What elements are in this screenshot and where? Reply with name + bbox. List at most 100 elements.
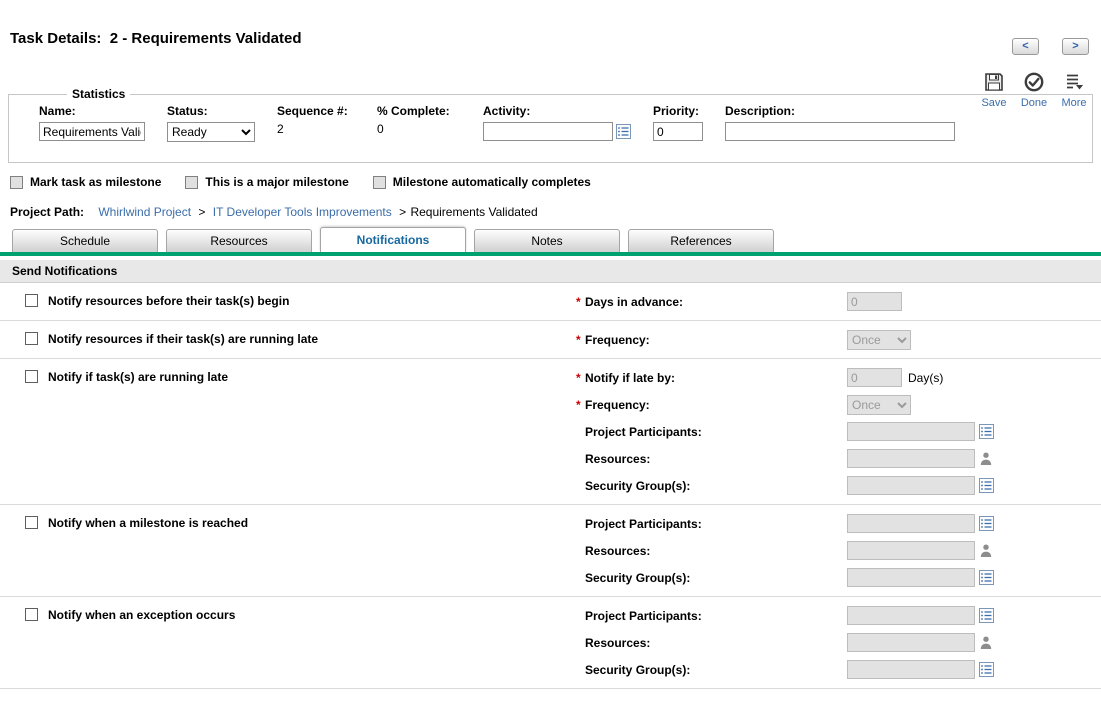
- activity-field-group: Activity:: [483, 104, 631, 141]
- field-control: [847, 514, 994, 533]
- list-icon[interactable]: [979, 570, 994, 585]
- checkbox-label: This is a major milestone: [205, 175, 348, 189]
- field-row: Notify if late by: Day(s): [575, 364, 1101, 391]
- notification-fields: Notify if late by:Day(s)Frequency:OncePr…: [575, 364, 1101, 499]
- person-icon[interactable]: [979, 451, 993, 466]
- person-icon[interactable]: [979, 635, 993, 650]
- list-icon[interactable]: [979, 516, 994, 531]
- notification-checkbox[interactable]: [25, 332, 38, 345]
- field-control: [847, 660, 994, 679]
- field-input[interactable]: [847, 422, 975, 441]
- tab-notes[interactable]: Notes: [474, 229, 620, 252]
- field-row: Project Participants:: [575, 418, 1101, 445]
- notification-checkbox[interactable]: [25, 370, 38, 383]
- done-button[interactable]: Done: [1017, 71, 1051, 109]
- major-milestone-checkbox[interactable]: [185, 176, 198, 189]
- tab-notifications[interactable]: Notifications: [320, 227, 466, 252]
- project-path: Project Path: Whirlwind Project > IT Dev…: [10, 205, 1101, 219]
- notification-rows: Notify resources before their task(s) be…: [0, 283, 1101, 689]
- field-row: Security Group(s):: [575, 564, 1101, 591]
- field-suffix: Day(s): [908, 371, 943, 385]
- field-label: Notify if late by:: [585, 371, 847, 385]
- sequence-field-group: Sequence #: 2: [277, 104, 355, 136]
- mark-task-as-milestone-checkbox[interactable]: [10, 176, 23, 189]
- list-icon[interactable]: [979, 478, 994, 493]
- tab-resources[interactable]: Resources: [166, 229, 312, 252]
- field-row: Project Participants:: [575, 510, 1101, 537]
- notification-label: Notify resources before their task(s) be…: [48, 294, 289, 308]
- task-navigation: < >: [1012, 38, 1089, 55]
- save-icon: [983, 71, 1005, 96]
- notification-option: Notify when a milestone is reached: [0, 510, 575, 591]
- milestone-options: Mark task as milestone This is a major m…: [10, 175, 1101, 189]
- activity-input[interactable]: [483, 122, 613, 141]
- field-input[interactable]: [847, 660, 975, 679]
- notification-option: Notify resources if their task(s) are ru…: [0, 326, 575, 353]
- name-input[interactable]: [39, 122, 145, 141]
- priority-input[interactable]: [653, 122, 703, 141]
- notification-row: Notify resources if their task(s) are ru…: [0, 321, 1101, 359]
- field-label: Frequency:: [585, 333, 847, 347]
- activity-label: Activity:: [483, 104, 631, 118]
- field-input[interactable]: [847, 292, 902, 311]
- tab-schedule[interactable]: Schedule: [12, 229, 158, 252]
- priority-field-group: Priority:: [653, 104, 703, 141]
- field-control: [847, 476, 994, 495]
- notification-checkbox[interactable]: [25, 294, 38, 307]
- list-icon[interactable]: [616, 124, 631, 139]
- notification-checkbox[interactable]: [25, 516, 38, 529]
- field-control: [847, 633, 993, 652]
- notification-label: Notify if task(s) are running late: [48, 370, 228, 384]
- list-icon[interactable]: [979, 662, 994, 677]
- more-label: More: [1061, 97, 1086, 109]
- milestone-auto-completes-checkbox[interactable]: [373, 176, 386, 189]
- page-title: Task Details: 2 - Requirements Validated: [10, 30, 1101, 47]
- field-control: [847, 292, 902, 311]
- more-button[interactable]: More: [1057, 71, 1091, 109]
- project-path-link-summary-task[interactable]: IT Developer Tools Improvements: [213, 205, 392, 219]
- field-label: Resources:: [585, 636, 847, 650]
- list-icon[interactable]: [979, 608, 994, 623]
- notification-checkbox[interactable]: [25, 608, 38, 621]
- previous-task-button[interactable]: <: [1012, 38, 1039, 55]
- field-select[interactable]: Once: [847, 395, 911, 415]
- description-input[interactable]: [725, 122, 955, 141]
- field-input[interactable]: [847, 568, 975, 587]
- tab-bar: Schedule Resources Notifications Notes R…: [12, 227, 1101, 252]
- project-path-current: Requirements Validated: [410, 205, 537, 219]
- action-toolbar: Save Done More: [977, 71, 1091, 109]
- field-input[interactable]: [847, 633, 975, 652]
- field-input[interactable]: [847, 368, 902, 387]
- field-input[interactable]: [847, 476, 975, 495]
- tab-references[interactable]: References: [628, 229, 774, 252]
- project-path-link-project[interactable]: Whirlwind Project: [98, 205, 191, 219]
- field-input[interactable]: [847, 541, 975, 560]
- status-select[interactable]: Ready: [167, 122, 255, 142]
- field-control: Day(s): [847, 368, 943, 387]
- notification-row: Notify when a milestone is reachedProjec…: [0, 505, 1101, 597]
- field-select[interactable]: Once: [847, 330, 911, 350]
- field-input[interactable]: [847, 449, 975, 468]
- project-path-label: Project Path:: [10, 205, 84, 219]
- field-label: Days in advance:: [585, 295, 847, 309]
- description-field-group: Description:: [725, 104, 955, 141]
- field-input[interactable]: [847, 606, 975, 625]
- percent-complete-label: % Complete:: [377, 104, 461, 118]
- save-button[interactable]: Save: [977, 71, 1011, 109]
- next-task-button[interactable]: >: [1062, 38, 1089, 55]
- person-icon[interactable]: [979, 543, 993, 558]
- more-icon: [1063, 71, 1085, 96]
- notification-fields: Days in advance:: [575, 288, 1101, 315]
- field-control: Once: [847, 395, 911, 415]
- status-field-group: Status: Ready: [167, 104, 255, 142]
- notification-option: Notify if task(s) are running late: [0, 364, 575, 499]
- path-separator: >: [198, 205, 205, 219]
- statistics-panel: Statistics Name: Status: Ready Sequence …: [8, 87, 1093, 163]
- field-label: Security Group(s):: [585, 479, 847, 493]
- list-icon[interactable]: [979, 424, 994, 439]
- checkbox-label: Milestone automatically completes: [393, 175, 591, 189]
- section-title: Send Notifications: [12, 264, 117, 278]
- field-input[interactable]: [847, 514, 975, 533]
- field-row: Security Group(s):: [575, 656, 1101, 683]
- notification-row: Notify resources before their task(s) be…: [0, 283, 1101, 321]
